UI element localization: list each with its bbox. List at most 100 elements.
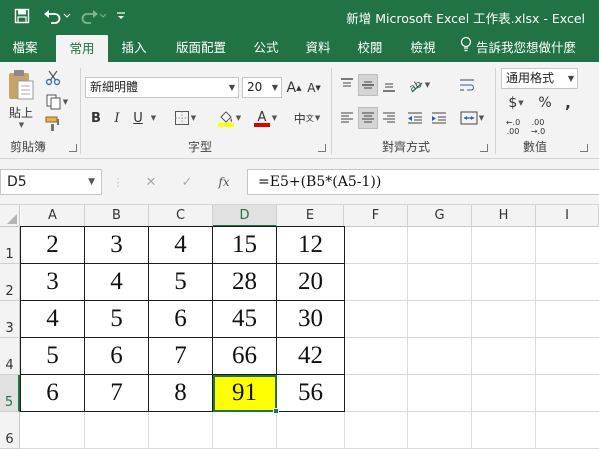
clipboard-dialog-launcher[interactable] <box>69 144 77 152</box>
currency-button[interactable]: $ ▼ <box>503 93 529 113</box>
column-header-h[interactable]: H <box>472 205 536 227</box>
tab-home[interactable]: 常用 <box>56 35 108 62</box>
borders-icon[interactable]: ▼ <box>170 107 200 129</box>
increase-indent-icon[interactable] <box>428 107 450 129</box>
cell-a5[interactable]: 6 <box>20 375 85 412</box>
alignment-dialog-launcher[interactable] <box>480 144 488 152</box>
cell-e3[interactable]: 30 <box>277 301 345 338</box>
italic-button[interactable]: I <box>108 107 126 129</box>
column-header-f[interactable]: F <box>344 205 408 227</box>
row-header-6[interactable]: 6 <box>0 412 20 449</box>
column-header-g[interactable]: G <box>408 205 472 227</box>
row-header-5[interactable]: 5 <box>0 375 20 412</box>
cell-d3[interactable]: 45 <box>213 301 277 338</box>
save-icon[interactable] <box>12 6 32 26</box>
font-name-dropdown[interactable]: 新細明體 ▼ <box>85 77 239 98</box>
cell-d5-selected[interactable]: 91 <box>213 375 277 412</box>
redo-icon[interactable] <box>80 6 108 26</box>
row-header-2[interactable]: 2 <box>0 264 20 301</box>
top-align-icon[interactable] <box>337 74 357 96</box>
row-header-4[interactable]: 4 <box>0 338 20 375</box>
orientation-icon[interactable]: ab ▼ <box>402 74 434 96</box>
column-header-i[interactable]: I <box>536 205 599 227</box>
font-dialog-launcher[interactable] <box>318 144 326 152</box>
cell-a2[interactable]: 3 <box>20 264 85 301</box>
copy-icon[interactable]: ▼ <box>42 92 72 112</box>
tab-data[interactable]: 資料 <box>298 33 338 62</box>
fill-handle[interactable] <box>273 408 279 414</box>
bold-button[interactable]: B <box>87 107 105 129</box>
column-header-e[interactable]: E <box>277 205 344 227</box>
paste-icon[interactable] <box>6 68 36 102</box>
column-header-b[interactable]: B <box>85 205 149 227</box>
row-header-3[interactable]: 3 <box>0 301 20 338</box>
column-header-a[interactable]: A <box>21 205 85 227</box>
formula-bar-grip-icon: ⋮ <box>112 175 124 189</box>
formula-input[interactable]: =E5+(B5*(A5-1)) <box>247 169 599 195</box>
align-left-icon[interactable] <box>337 107 357 129</box>
row-header-1[interactable]: 1 <box>0 227 20 264</box>
percent-button[interactable]: % <box>536 93 554 113</box>
tab-review[interactable]: 校閱 <box>350 33 390 62</box>
customize-toolbar-icon[interactable] <box>114 6 128 26</box>
tab-insert[interactable]: 插入 <box>114 33 154 62</box>
cancel-entry-button[interactable]: ✕ <box>142 173 160 191</box>
cell-e2[interactable]: 20 <box>277 264 345 301</box>
underline-button[interactable]: U <box>128 107 148 129</box>
shrink-font-button[interactable]: A ▼ <box>305 77 323 98</box>
cell-a1[interactable]: 2 <box>20 226 85 264</box>
font-color-icon[interactable]: A ▼ <box>250 107 280 129</box>
cell-c5[interactable]: 8 <box>149 375 213 412</box>
bottom-align-icon[interactable] <box>379 74 399 96</box>
column-header-d[interactable]: D <box>213 205 277 227</box>
underline-dropdown-icon[interactable]: ▼ <box>148 107 158 129</box>
cell-b2[interactable]: 4 <box>85 264 149 301</box>
paste-button[interactable]: 貼上 <box>6 104 36 120</box>
cell-e4[interactable]: 42 <box>277 338 345 375</box>
cell-d4[interactable]: 66 <box>213 338 277 375</box>
cell-b4[interactable]: 6 <box>85 338 149 375</box>
wrap-text-icon[interactable] <box>456 74 478 96</box>
paste-dropdown-icon[interactable]: ▼ <box>16 120 26 130</box>
select-all-button[interactable] <box>0 205 20 227</box>
align-right-icon[interactable] <box>379 107 399 129</box>
cell-a4[interactable]: 5 <box>20 338 85 375</box>
grow-font-button[interactable]: A ▲ <box>285 77 303 98</box>
phonetic-guide-button[interactable]: 中文 ▼ <box>292 107 322 129</box>
insert-function-button[interactable]: fx <box>214 173 234 191</box>
enter-entry-button[interactable]: ✓ <box>178 173 196 191</box>
middle-align-icon[interactable] <box>358 74 378 96</box>
cell-d2[interactable]: 28 <box>213 264 277 301</box>
cell-c4[interactable]: 7 <box>149 338 213 375</box>
increase-decimal-button[interactable]: ←.0 .00 <box>501 116 525 138</box>
tell-me-search[interactable]: 告訴我您想做什麼 <box>460 33 599 62</box>
cell-b5[interactable]: 7 <box>85 375 149 412</box>
format-painter-icon[interactable] <box>42 114 64 134</box>
cell-d1[interactable]: 15 <box>213 226 277 264</box>
number-dialog-launcher[interactable] <box>580 144 588 152</box>
align-center-icon[interactable] <box>358 107 378 129</box>
cell-c2[interactable]: 5 <box>149 264 213 301</box>
cell-c3[interactable]: 6 <box>149 301 213 338</box>
merge-center-icon[interactable]: ▼ <box>456 107 488 129</box>
cell-e1[interactable]: 12 <box>277 226 345 264</box>
tab-page-layout[interactable]: 版面配置 <box>166 33 236 62</box>
name-box[interactable]: D5 ▼ <box>0 169 102 195</box>
fill-color-icon[interactable]: ▼ <box>214 107 244 129</box>
tab-formulas[interactable]: 公式 <box>247 33 285 62</box>
tab-file[interactable]: 檔案 <box>2 33 48 62</box>
font-size-dropdown[interactable]: 20 ▼ <box>242 77 282 98</box>
tab-view[interactable]: 檢視 <box>403 33 443 62</box>
cell-b1[interactable]: 3 <box>85 226 149 264</box>
cell-e5[interactable]: 56 <box>277 375 345 412</box>
comma-style-button[interactable]: , <box>559 93 577 113</box>
decrease-decimal-button[interactable]: .00 →.0 <box>526 116 550 138</box>
number-format-dropdown[interactable]: 通用格式 ▼ <box>501 68 578 89</box>
cell-a3[interactable]: 4 <box>20 301 85 338</box>
decrease-indent-icon[interactable] <box>404 107 426 129</box>
column-header-c[interactable]: C <box>149 205 213 227</box>
cut-icon[interactable] <box>42 68 64 88</box>
undo-icon[interactable] <box>42 6 72 26</box>
cell-c1[interactable]: 4 <box>149 226 213 264</box>
cell-b3[interactable]: 5 <box>85 301 149 338</box>
